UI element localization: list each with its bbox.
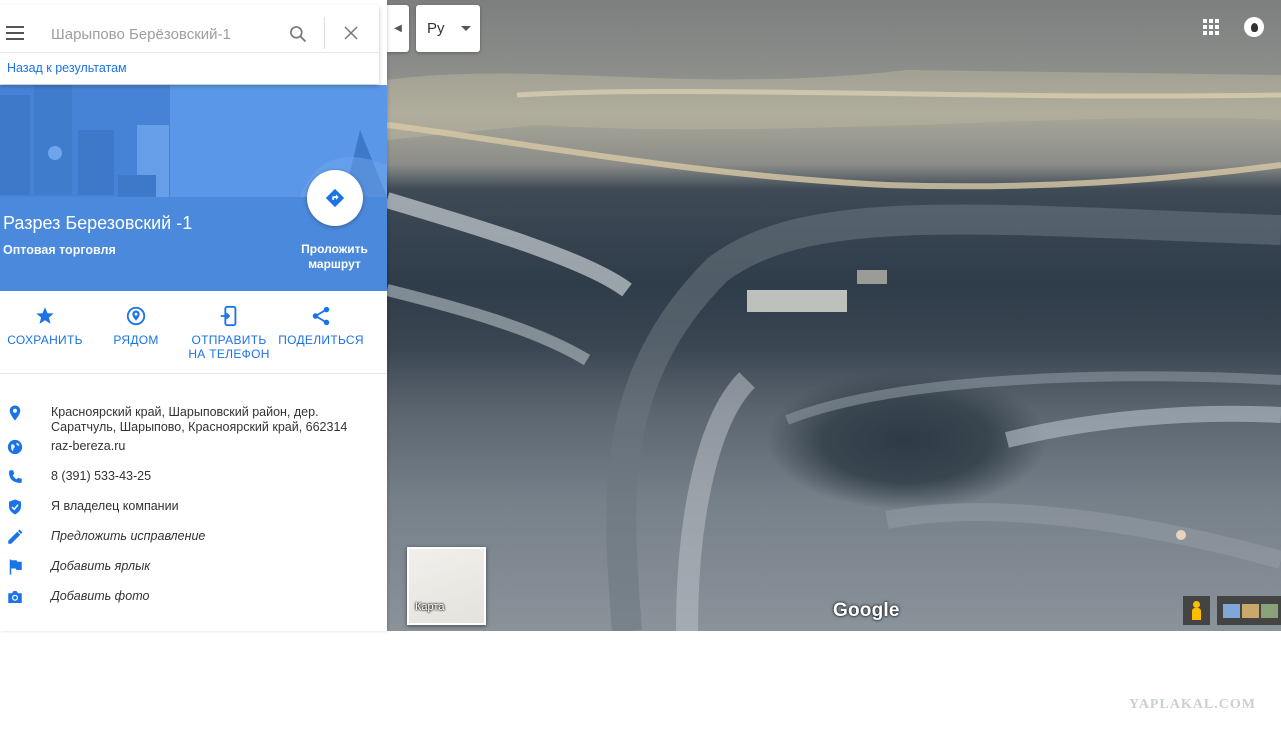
star-icon (36, 307, 54, 324)
directions-button[interactable] (307, 170, 363, 226)
google-logo: Google (833, 600, 900, 621)
satellite-imagery (387, 70, 1281, 631)
imagery-strip[interactable] (1217, 596, 1281, 625)
globe-icon (7, 439, 23, 455)
share-icon (312, 306, 330, 326)
action-bar: СОХРАНИТЬ РЯДОМ ОТПРАВИТЬ НА ТЕЛЕФОН ПОД… (0, 291, 387, 374)
search-icon[interactable] (288, 24, 308, 44)
account-icon[interactable] (1244, 17, 1264, 37)
send-to-phone-label: ОТПРАВИТЬ НА ТЕЛЕФОН (188, 333, 270, 361)
language-label: Ру (427, 20, 445, 37)
address-text: Красноярский край, Шарыповский район, де… (51, 405, 348, 434)
apps-grid-icon[interactable] (1203, 19, 1219, 35)
language-select[interactable]: Ру (416, 5, 480, 52)
dropdown-arrow-icon (461, 26, 471, 31)
collapse-panel-button[interactable]: ◀ (387, 5, 409, 52)
phone-icon (9, 470, 22, 483)
add-photo-text: Добавить фото (51, 589, 150, 603)
pencil-icon (8, 529, 23, 544)
add-label-text: Добавить ярлык (51, 559, 151, 573)
directions-label[interactable]: Проложить маршрут (290, 242, 379, 272)
back-to-results-link[interactable]: Назад к результатам (7, 61, 127, 75)
suggest-edit-text: Предложить исправление (51, 529, 206, 543)
place-title: Разрез Березовский -1 (3, 213, 193, 233)
send-to-phone-button[interactable]: ОТПРАВИТЬ НА ТЕЛЕФОН (184, 305, 274, 361)
camera-icon (8, 591, 22, 603)
layer-label: Карта (415, 601, 445, 613)
place-category[interactable]: Оптовая торговля (3, 243, 116, 257)
search-divider (324, 17, 325, 49)
layer-switcher[interactable]: Карта (407, 547, 486, 625)
close-icon[interactable] (342, 24, 360, 42)
nearby-label: РЯДОМ (113, 333, 159, 347)
nearby-button[interactable]: РЯДОМ (91, 305, 181, 347)
location-pin-icon (9, 405, 21, 421)
map-canvas[interactable]: ◀ Ру Карта Google (387, 0, 1281, 631)
share-label: ПОДЕЛИТЬСЯ (278, 333, 364, 347)
save-label: СОХРАНИТЬ (7, 333, 83, 347)
watermark: YAPLAKAL.COM (1129, 697, 1256, 712)
menu-icon[interactable] (6, 26, 24, 40)
send-to-phone-icon (220, 305, 237, 327)
place-panel: Назад к результатам Разрез Березовский -… (0, 0, 387, 631)
nearby-icon (126, 306, 146, 326)
search-box: Назад к результатам (0, 5, 379, 84)
owner-text: Я владелец компании (51, 499, 179, 513)
pegman-icon[interactable] (1183, 596, 1210, 625)
save-button[interactable]: СОХРАНИТЬ (0, 305, 90, 347)
directions-icon (325, 188, 345, 208)
search-input[interactable] (41, 15, 276, 53)
share-button[interactable]: ПОДЕЛИТЬСЯ (276, 305, 366, 347)
phone-text: 8 (391) 533-43-25 (51, 469, 152, 483)
flag-icon (9, 559, 22, 575)
verified-shield-icon (9, 499, 21, 515)
website-link[interactable]: raz-bereza.ru (51, 439, 376, 454)
